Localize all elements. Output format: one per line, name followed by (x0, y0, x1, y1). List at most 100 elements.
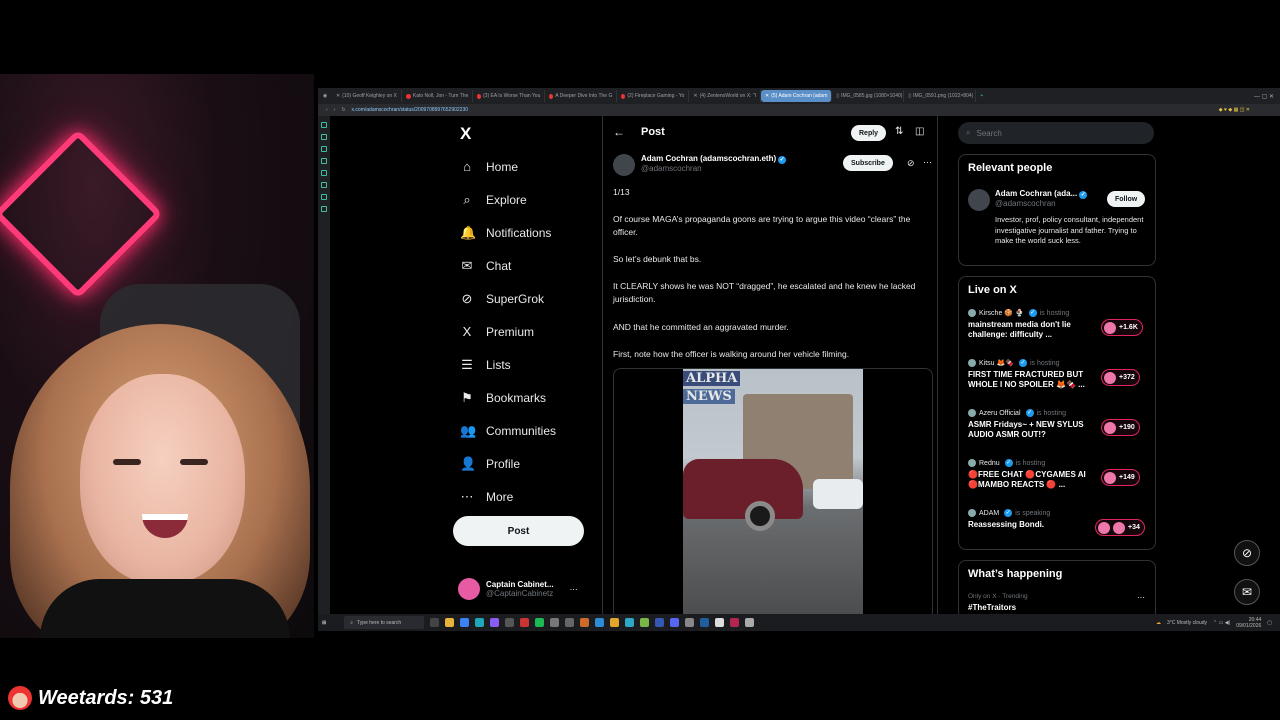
nav-item-chat[interactable]: ✉ Chat (460, 258, 512, 274)
reader-view-icon[interactable]: ◫ (915, 126, 924, 137)
listener-count-badge: +149 (1101, 469, 1140, 486)
nav-item-bookmarks[interactable]: ⚑ Bookmarks (460, 390, 546, 406)
sidebar-app-icon[interactable] (321, 122, 327, 128)
app-icon[interactable] (565, 618, 575, 627)
app-icon[interactable] (700, 618, 710, 627)
search-input[interactable]: ⌕ Search (958, 122, 1154, 144)
sidebar-app-icon[interactable] (321, 194, 327, 200)
browser-menu-icon[interactable]: ◉ (318, 93, 332, 99)
back-arrow-icon[interactable]: ← (613, 125, 625, 139)
avatar[interactable] (613, 154, 635, 176)
app-icon[interactable] (580, 618, 590, 627)
window-controls[interactable]: — ▢ ✕ (1254, 93, 1274, 100)
browser-tab-3[interactable]: A Deeper Dive Into The G (545, 90, 618, 102)
nav-item-supergrok[interactable]: ⊘ SuperGrok (460, 291, 544, 307)
page-title: Post (641, 126, 665, 138)
sidebar-app-icon[interactable] (321, 182, 327, 188)
tab-label: A Deeper Dive Into The G (555, 93, 613, 99)
app-icon[interactable] (745, 618, 755, 627)
browser-tab-6[interactable]: ✕ (5) Adam Cochran (adam (761, 90, 833, 102)
nav-item-premium[interactable]: X Premium (460, 324, 534, 339)
listener-count-badge: +1.6K (1101, 319, 1143, 336)
spotify-icon[interactable] (535, 618, 545, 627)
edge-icon[interactable] (475, 618, 485, 627)
more-icon[interactable]: ⋯ (1137, 593, 1145, 602)
nav-item-lists[interactable]: ☰ Lists (460, 357, 511, 373)
avatar (1098, 521, 1110, 534)
mail-icon[interactable]: ✉ (1234, 579, 1260, 605)
sidebar-app-icon[interactable] (321, 206, 327, 212)
browser-tab-8[interactable]: ▯ IMG_0591.png (1022×804) (904, 90, 977, 102)
new-tab-icon[interactable]: + (980, 93, 983, 99)
app-icon[interactable] (730, 618, 740, 627)
grok-icon[interactable]: ⊘ (907, 158, 915, 169)
live-item[interactable]: Rednu ✓ is hosting 🔴FREE CHAT 🔴CYGAMES AI … (968, 459, 1153, 490)
avatar[interactable] (968, 189, 990, 211)
back-nav-icon[interactable]: ‹ (326, 107, 328, 113)
compose-post-button[interactable]: Post (453, 516, 584, 546)
browser-tab-7[interactable]: ▯ IMG_0585.jpg (1080×1040) (832, 90, 905, 102)
more-icon[interactable]: ⋯ (923, 157, 932, 168)
account-name: Captain Cabinet... (486, 580, 554, 589)
url-field[interactable]: x.com/adamscochran/status/20097089976529… (352, 107, 468, 113)
app-icon[interactable] (520, 618, 530, 627)
nav-item-more[interactable]: ⋯ More (460, 489, 514, 505)
author-handle[interactable]: @adamscochran (641, 164, 786, 173)
post-author[interactable]: Adam Cochran (adamscochran.eth) ✓ @adamsc… (613, 154, 787, 176)
notification-icon[interactable]: ▢ (1267, 620, 1272, 626)
extensions-icon[interactable]: ◆ ♥ ◆ ▦ ◫ ✕ (1219, 107, 1250, 113)
author-name[interactable]: Adam Cochran (adamscochran.eth) ✓ (641, 154, 787, 164)
browser-tab-2[interactable]: (3) EA Is Worse Than You (473, 90, 546, 102)
nav-item-profile[interactable]: 👤 Profile (460, 456, 520, 472)
file-explorer-icon[interactable] (445, 618, 455, 627)
live-item[interactable]: Azeru Official ✓ is hosting ASMR Fridays~ … (968, 409, 1153, 440)
x-logo[interactable]: X (460, 124, 471, 144)
app-icon[interactable] (625, 618, 635, 627)
sidebar-app-icon[interactable] (321, 158, 327, 164)
tray-icons[interactable]: ⌃ ▭ ◀) (1213, 620, 1230, 626)
live-item[interactable]: ADAM ✓ is speaking Reassessing Bondi. +34 (968, 509, 1153, 536)
nav-label: Profile (486, 457, 521, 471)
app-icon[interactable] (685, 618, 695, 627)
app-icon[interactable] (640, 618, 650, 627)
browser-tab-1[interactable]: Kato Noll, Jon - Turn The (402, 90, 474, 102)
reply-button[interactable]: Reply (851, 125, 887, 141)
app-icon[interactable] (550, 618, 560, 627)
follow-button[interactable]: Follow (1107, 191, 1146, 207)
app-icon[interactable] (655, 618, 665, 627)
app-icon[interactable] (595, 618, 605, 627)
filter-icon[interactable]: ⇅ (895, 126, 903, 137)
chrome-icon[interactable] (610, 618, 620, 627)
start-icon[interactable]: ⊞ (322, 620, 326, 626)
app-icon[interactable] (670, 618, 680, 627)
browser-tab-0[interactable]: ✕ (10) Geoff Keighley on X (332, 90, 402, 102)
account-switcher[interactable]: Captain Cabinet... @CaptainCabinetz ⋯ (458, 578, 578, 600)
nav-item-explore[interactable]: ⌕ Explore (460, 192, 526, 208)
nav-item-communities[interactable]: 👥 Communities (460, 423, 556, 439)
browser-tab-5[interactable]: ✕ (4) ZentenoWorld on X: "I (689, 90, 762, 102)
browser-tab-4[interactable]: (2) Fireplace Gaming - Yo (617, 90, 690, 102)
app-icon[interactable] (490, 618, 500, 627)
steam-icon[interactable] (505, 618, 515, 627)
app-icon[interactable] (715, 618, 725, 627)
browser-app-icon[interactable] (460, 618, 470, 627)
taskview-icon[interactable] (430, 618, 440, 627)
taskbar-search-input[interactable]: ⌕ Type here to search (344, 616, 425, 629)
live-item[interactable]: Kirsche 🍪 🍨 ✓ is hosting mainstream media … (968, 309, 1153, 340)
weather-icon[interactable]: ☁ (1156, 620, 1161, 626)
live-item[interactable]: Kitsu 🦊🍫 ✓ is hosting FIRST TIME FRACTURED… (968, 359, 1153, 390)
grok-icon[interactable]: ⊘ (1234, 540, 1260, 566)
sidebar-app-icon[interactable] (321, 134, 327, 140)
clock[interactable]: 20:44 09/01/2026 (1236, 617, 1261, 629)
nav-item-notifications[interactable]: 🔔 Notifications (460, 225, 551, 241)
weather-text[interactable]: 3°C Mostly cloudy (1167, 620, 1207, 626)
trend-name[interactable]: #TheTraitors (968, 603, 1016, 612)
sidebar-app-icon[interactable] (321, 146, 327, 152)
sidebar-app-icon[interactable] (321, 170, 327, 176)
forward-nav-icon[interactable]: › (334, 107, 336, 113)
relevant-person[interactable]: Adam Cochran (ada... ✓ @adamscochran (995, 189, 1088, 208)
reload-icon[interactable]: ↻ (341, 107, 345, 113)
nav-item-home[interactable]: ⌂ Home (460, 159, 518, 174)
post-video[interactable]: ALPHA NEWS (613, 368, 933, 620)
subscribe-button[interactable]: Subscribe (843, 155, 893, 171)
